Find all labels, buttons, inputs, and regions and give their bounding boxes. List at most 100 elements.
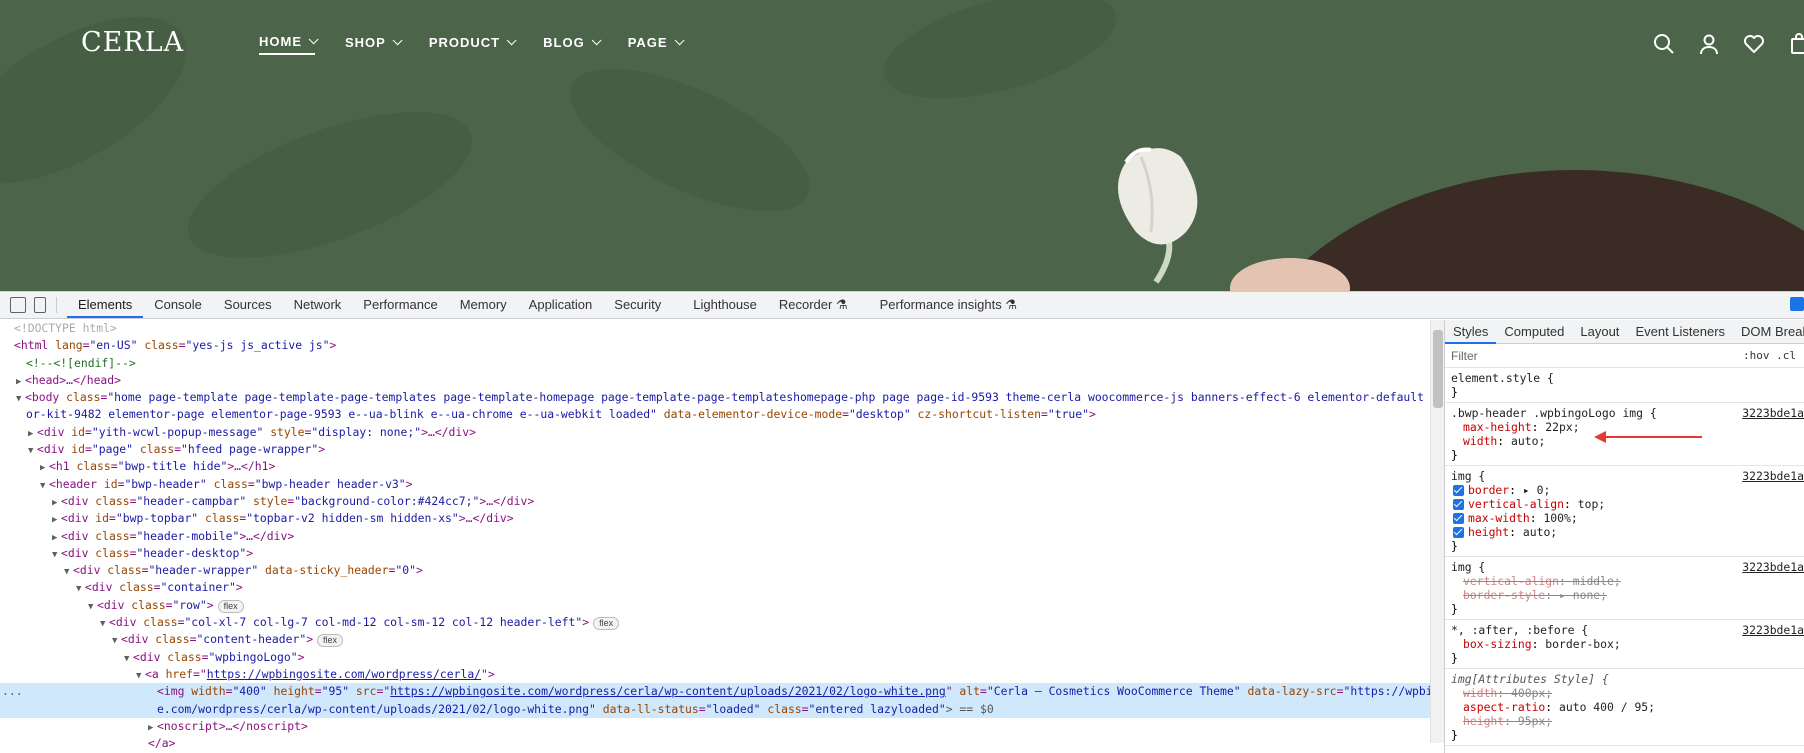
- filter-input[interactable]: Filter: [1451, 349, 1743, 363]
- rule-source-link[interactable]: 3223bde1a: [1742, 406, 1804, 420]
- dom-line[interactable]: <html lang="en-US" class="yes-js js_acti…: [0, 337, 1430, 354]
- css-property[interactable]: border: ▸ 0;: [1451, 483, 1798, 497]
- tab-layout[interactable]: Layout: [1572, 320, 1627, 344]
- tab-event-listeners[interactable]: Event Listeners: [1627, 320, 1733, 344]
- dom-line[interactable]: ▼ <body class="home page-template page-te…: [0, 389, 1430, 406]
- dom-line[interactable]: ▶ <div id="yith-wcwl-popup-message" style…: [0, 424, 1430, 441]
- heart-icon[interactable]: [1742, 32, 1766, 56]
- dom-line[interactable]: <!DOCTYPE html>: [0, 320, 1430, 337]
- tag-end: >…</div>: [421, 424, 476, 439]
- cart-icon[interactable]: [1787, 32, 1804, 56]
- css-property-overridden[interactable]: vertical-align: middle;: [1451, 574, 1798, 588]
- nav-blog[interactable]: BLOG: [543, 34, 602, 55]
- tab-application[interactable]: Application: [518, 292, 604, 318]
- style-rule[interactable]: img { 3223bde1a border: ▸ 0; vertical-al…: [1445, 466, 1804, 557]
- dom-line[interactable]: ▼ <div class="header-desktop">: [0, 545, 1430, 562]
- dom-line[interactable]: ▶ <noscript>…</noscript>: [0, 718, 1430, 735]
- dom-line[interactable]: ▼ <div class="container">: [0, 579, 1430, 596]
- dom-line[interactable]: or-kit-9482 elementor-page elementor-pag…: [0, 406, 1430, 423]
- main-nav: HOME SHOP PRODUCT BLOG PAGE: [259, 34, 685, 55]
- attr-name: id: [71, 442, 86, 457]
- css-property[interactable]: aspect-ratio: auto 400 / 95;: [1451, 700, 1798, 714]
- tab-network[interactable]: Network: [283, 292, 353, 318]
- tab-computed[interactable]: Computed: [1496, 320, 1572, 344]
- tab-styles[interactable]: Styles: [1445, 320, 1497, 344]
- inspect-element-icon[interactable]: [10, 297, 26, 313]
- css-property-overridden[interactable]: height: 95px;: [1451, 714, 1798, 728]
- style-rule[interactable]: *, :after, :before { 3223bde1a box-sizin…: [1445, 620, 1804, 669]
- hov-cls-toggles[interactable]: :hov .cl: [1743, 349, 1796, 363]
- tulip-image: [1118, 147, 1198, 284]
- dom-line[interactable]: ▶ <div class="header-campbar" style="back…: [0, 493, 1430, 510]
- tab-memory[interactable]: Memory: [449, 292, 518, 318]
- tab-dom-breakpoints[interactable]: DOM Breakpo: [1733, 320, 1804, 344]
- tab-sources[interactable]: Sources: [213, 292, 283, 318]
- feedback-icon[interactable]: [1790, 297, 1804, 311]
- style-rule-element[interactable]: element.style { }: [1445, 368, 1804, 403]
- rule-selector: element.style {: [1451, 371, 1554, 385]
- dom-line[interactable]: ▼ <div class="wpbingoLogo">: [0, 649, 1430, 666]
- checkbox-icon[interactable]: [1453, 499, 1464, 510]
- tab-recorder[interactable]: Recorder ⚗: [768, 292, 859, 318]
- href-link[interactable]: https://wpbingosite.com/wordpress/cerla/: [207, 667, 481, 681]
- dom-line[interactable]: <!--<![endif]-->: [0, 355, 1430, 372]
- tab-console[interactable]: Console: [143, 292, 213, 318]
- attr-name: href: [165, 666, 194, 681]
- css-property[interactable]: box-sizing: border-box;: [1451, 637, 1798, 651]
- css-property[interactable]: height: auto;: [1451, 525, 1798, 539]
- checkbox-icon[interactable]: [1453, 485, 1464, 496]
- dom-line[interactable]: ▼ <div id="page" class="hfeed page-wrappe…: [0, 441, 1430, 458]
- css-property[interactable]: max-height: 22px;: [1451, 420, 1798, 434]
- flex-badge[interactable]: flex: [217, 599, 244, 613]
- checkbox-icon[interactable]: [1453, 527, 1464, 538]
- dom-line-selected[interactable]: e.com/wordpress/cerla/wp-content/uploads…: [0, 700, 1430, 718]
- more-options-icon[interactable]: ...: [2, 683, 23, 700]
- tab-elements[interactable]: Elements: [67, 292, 144, 318]
- style-rule[interactable]: img { 3223bde1a vertical-align: middle; …: [1445, 557, 1804, 620]
- checkbox-icon[interactable]: [1453, 513, 1464, 524]
- css-property-overridden[interactable]: border-style: ▸ none;: [1451, 588, 1798, 602]
- rule-source-link[interactable]: 3223bde1a: [1742, 469, 1804, 483]
- css-property-overridden[interactable]: width: 400px;: [1451, 686, 1798, 700]
- dom-line[interactable]: </a>: [0, 735, 1430, 752]
- dom-line[interactable]: ▶ <h1 class="bwp-title hide">…</h1>: [0, 458, 1430, 475]
- dom-line[interactable]: ▼ <div class="row"> flex: [0, 597, 1430, 614]
- dom-line[interactable]: ▼ <header id="bwp-header" class="bwp-head…: [0, 476, 1430, 493]
- attr-value: "bwp-header": [124, 476, 207, 491]
- tab-performance-insights[interactable]: Performance insights ⚗: [869, 292, 1028, 318]
- style-rule[interactable]: img[Attributes Style] { width: 400px; as…: [1445, 669, 1804, 746]
- nav-page[interactable]: PAGE: [628, 34, 685, 55]
- rule-close: }: [1451, 728, 1458, 742]
- attr-name: class: [76, 459, 111, 474]
- elements-scrollbar[interactable]: [1430, 320, 1444, 743]
- dom-line-selected[interactable]: ... <img width="400" height="95" src="htt…: [0, 683, 1430, 701]
- user-icon[interactable]: [1697, 32, 1721, 56]
- flex-badge[interactable]: flex: [593, 617, 620, 631]
- tab-performance[interactable]: Performance: [352, 292, 448, 318]
- rule-source-link[interactable]: 3223bde1a: [1742, 623, 1804, 637]
- nav-home[interactable]: HOME: [259, 34, 319, 55]
- nav-product[interactable]: PRODUCT: [429, 34, 517, 55]
- dom-line[interactable]: ▶ <div id="bwp-topbar" class="topbar-v2 h…: [0, 510, 1430, 527]
- tab-security[interactable]: Security: [603, 292, 672, 318]
- tab-lighthouse[interactable]: Lighthouse: [682, 292, 768, 318]
- dom-line[interactable]: ▼ <div class="col-xl-7 col-lg-7 col-md-12…: [0, 614, 1430, 631]
- src-link[interactable]: https://wpbingosite.com/wordpress/cerla/…: [390, 684, 945, 698]
- device-toolbar-icon[interactable]: [34, 297, 46, 313]
- css-property[interactable]: max-width: 100%;: [1451, 511, 1798, 525]
- scrollbar-thumb[interactable]: [1433, 330, 1443, 408]
- dom-line[interactable]: ▼ <div class="content-header"> flex: [0, 631, 1430, 648]
- site-logo[interactable]: CERLA: [81, 27, 184, 58]
- style-rule[interactable]: .bwp-header .wpbingoLogo img { 3223bde1a…: [1445, 403, 1804, 466]
- dom-line[interactable]: ▼ <a href="https://wpbingosite.com/wordpr…: [0, 666, 1430, 683]
- rule-source-link[interactable]: 3223bde1a: [1742, 560, 1804, 574]
- dom-line[interactable]: ▼ <div class="header-wrapper" data-sticky…: [0, 562, 1430, 579]
- tag: </a>: [148, 736, 176, 751]
- flex-badge[interactable]: flex: [317, 634, 344, 648]
- search-icon[interactable]: [1652, 32, 1676, 56]
- dom-line[interactable]: ▶ <head>…</head>: [0, 372, 1430, 389]
- dom-line[interactable]: ▶ <div class="header-mobile">…</div>: [0, 528, 1430, 545]
- nav-shop[interactable]: SHOP: [345, 34, 403, 55]
- css-property[interactable]: vertical-align: top;: [1451, 497, 1798, 511]
- attr-name: class: [131, 597, 166, 612]
